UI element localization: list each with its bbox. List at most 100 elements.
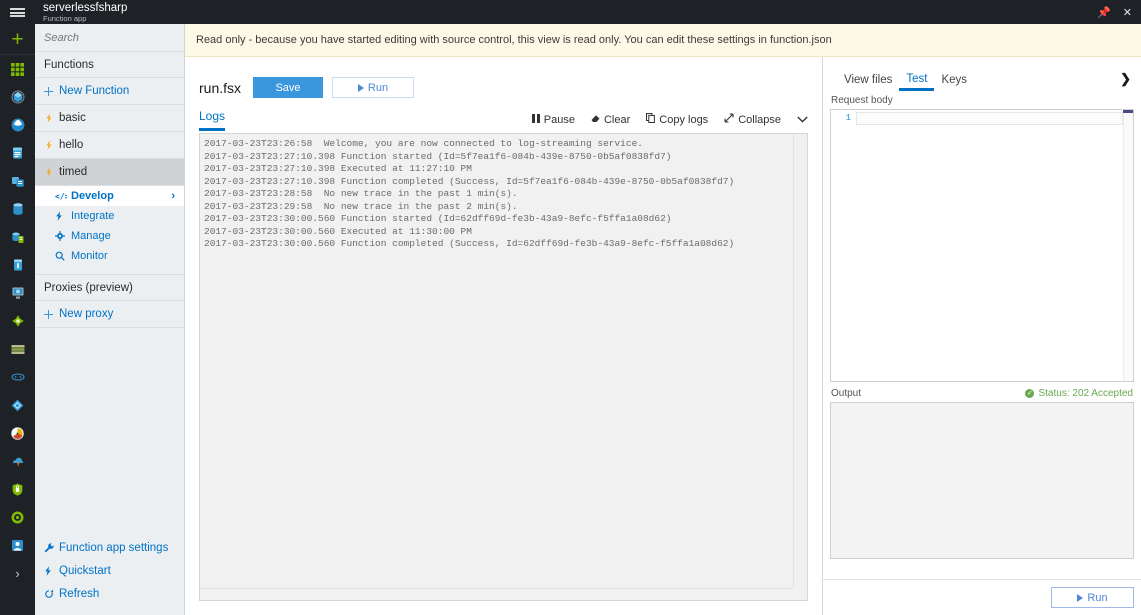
run-button-label: Run: [367, 81, 389, 94]
all-resources-icon[interactable]: [0, 83, 35, 111]
content-row: run.fsx Save Run Logs Pause Clear Copy l…: [185, 57, 1141, 615]
logs-panel: 2017-03-23T23:26:58 Welcome, you are now…: [199, 133, 808, 601]
editor-active-line[interactable]: [856, 112, 1123, 125]
azure-portal-window: + › Search Functions New Function basic …: [0, 0, 1141, 615]
left-icon-rail: + ›: [0, 0, 35, 615]
function-icon: [44, 167, 59, 177]
azure-active-directory-icon[interactable]: [0, 363, 35, 391]
titlebar-actions: 📌 ✕: [1097, 6, 1141, 19]
app-services-icon[interactable]: [0, 139, 35, 167]
close-icon[interactable]: ✕: [1123, 6, 1132, 19]
user-profile-icon[interactable]: [0, 531, 35, 559]
output-box: [830, 402, 1134, 559]
status-badge: ✓ Status: 202 Accepted: [1025, 388, 1133, 399]
hamburger-bar: [10, 8, 25, 10]
chevron-right-icon[interactable]: ❯: [1120, 71, 1131, 91]
pause-logs-button[interactable]: Pause: [531, 113, 575, 126]
storage-accounts-icon[interactable]: [0, 307, 35, 335]
output-label: Output: [831, 388, 862, 399]
refresh-icon: [44, 589, 59, 599]
tab-test[interactable]: Test: [899, 73, 935, 91]
plus-icon: [44, 86, 59, 96]
editor-scrollbar[interactable]: [1123, 110, 1133, 381]
copy-logs-button[interactable]: Copy logs: [646, 113, 708, 126]
copy-logs-label: Copy logs: [659, 113, 709, 126]
chevron-right-icon[interactable]: ›: [0, 559, 35, 587]
test-panel-tabs: View files Test Keys ❯: [823, 57, 1141, 91]
log-line: 2017-03-23T23:27:10.398 Executed at 11:2…: [204, 163, 472, 174]
help-support-icon[interactable]: [0, 503, 35, 531]
logs-header: Logs Pause Clear Copy logs Collapse: [185, 104, 822, 131]
sidebar-subitem-manage[interactable]: Manage: [35, 226, 184, 246]
logs-vertical-scrollbar[interactable]: [793, 134, 807, 588]
refresh-button[interactable]: Refresh: [35, 582, 184, 605]
test-panel: View files Test Keys ❯ Request body 1 Ou…: [822, 57, 1141, 615]
search-icon: [55, 251, 71, 261]
tab-view-files[interactable]: View files: [837, 74, 899, 91]
sidebar-divider: [35, 266, 184, 275]
tab-logs[interactable]: Logs: [199, 109, 226, 131]
dashboard-grid-icon[interactable]: [0, 55, 35, 83]
sidebar-subitem-label: Integrate: [71, 210, 115, 222]
function-apps-icon[interactable]: [0, 167, 35, 195]
run-button[interactable]: Run: [332, 77, 415, 98]
sidebar-subitem-label: Develop: [71, 190, 114, 202]
output-header: Output ✓ Status: 202 Accepted: [830, 382, 1134, 402]
status-badge-text: Status: 202 Accepted: [1038, 388, 1133, 399]
sidebar-item-label: timed: [59, 166, 88, 178]
sql-databases-icon[interactable]: [0, 195, 35, 223]
sidebar-item-timed[interactable]: timed: [35, 159, 184, 186]
page-title: serverlessfsharp: [43, 1, 128, 14]
sidebar-bottom-label: Refresh: [59, 587, 100, 600]
test-panel-footer: Run: [823, 579, 1141, 615]
editor-line-number: 1: [845, 113, 851, 123]
new-function-button[interactable]: New Function: [35, 78, 184, 105]
clear-logs-button[interactable]: Clear: [591, 114, 630, 126]
hamburger-icon[interactable]: [0, 0, 35, 25]
new-function-label: New Function: [59, 85, 130, 97]
sidebar-item-basic[interactable]: basic: [35, 105, 184, 132]
run-test-button[interactable]: Run: [1051, 587, 1134, 608]
wrench-icon: [44, 542, 59, 553]
save-button[interactable]: Save: [253, 77, 324, 98]
gear-icon: [55, 231, 71, 241]
chevron-down-icon[interactable]: [797, 116, 808, 123]
virtual-machines-icon[interactable]: [0, 251, 35, 279]
sidebar-bottom-label: Quickstart: [59, 564, 111, 577]
readonly-banner: Read only - because you have started edi…: [185, 24, 1141, 57]
virtual-networks-icon[interactable]: [0, 335, 35, 363]
collapse-logs-button[interactable]: Collapse: [724, 113, 781, 126]
editor-scrollbar-thumb[interactable]: [1123, 110, 1133, 113]
pause-label: Pause: [543, 113, 575, 126]
sidebar-item-hello[interactable]: hello: [35, 132, 184, 159]
log-line: 2017-03-23T23:26:58 Welcome, you are now…: [204, 138, 643, 149]
tab-keys[interactable]: Keys: [934, 74, 974, 91]
bolt-icon: [55, 211, 71, 221]
function-app-settings-button[interactable]: Function app settings: [35, 536, 184, 559]
new-resource-button[interactable]: +: [0, 25, 35, 55]
pin-icon[interactable]: 📌: [1097, 6, 1111, 19]
sidebar-subitem-develop[interactable]: </> Develop ›: [35, 186, 184, 206]
monitor-icon[interactable]: [0, 391, 35, 419]
main-area: serverlessfsharp Function app 📌 ✕ Read o…: [35, 0, 1141, 615]
advisor-icon[interactable]: [0, 419, 35, 447]
azure-cosmos-db-icon[interactable]: [0, 223, 35, 251]
request-body-label: Request body: [831, 95, 893, 106]
resource-groups-icon[interactable]: [0, 111, 35, 139]
new-proxy-button[interactable]: New proxy: [35, 301, 184, 328]
logs-horizontal-scrollbar[interactable]: [200, 588, 793, 600]
sidebar-subitem-label: Monitor: [71, 250, 108, 262]
sidebar-subitem-monitor[interactable]: Monitor: [35, 246, 184, 266]
sidebar-subitem-integrate[interactable]: Integrate: [35, 206, 184, 226]
request-body-editor[interactable]: 1: [830, 109, 1134, 382]
hamburger-bar: [10, 15, 25, 17]
cost-management-icon[interactable]: [0, 475, 35, 503]
quickstart-button[interactable]: Quickstart: [35, 559, 184, 582]
search-row[interactable]: [35, 24, 184, 52]
sidebar-bottom-group: Function app settings Quickstart Refresh: [35, 536, 184, 615]
search-input[interactable]: [44, 31, 184, 44]
load-balancers-icon[interactable]: [0, 279, 35, 307]
logs-content: 2017-03-23T23:26:58 Welcome, you are now…: [200, 134, 793, 588]
readonly-banner-text: Read only - because you have started edi…: [196, 34, 832, 46]
security-center-icon[interactable]: [0, 447, 35, 475]
